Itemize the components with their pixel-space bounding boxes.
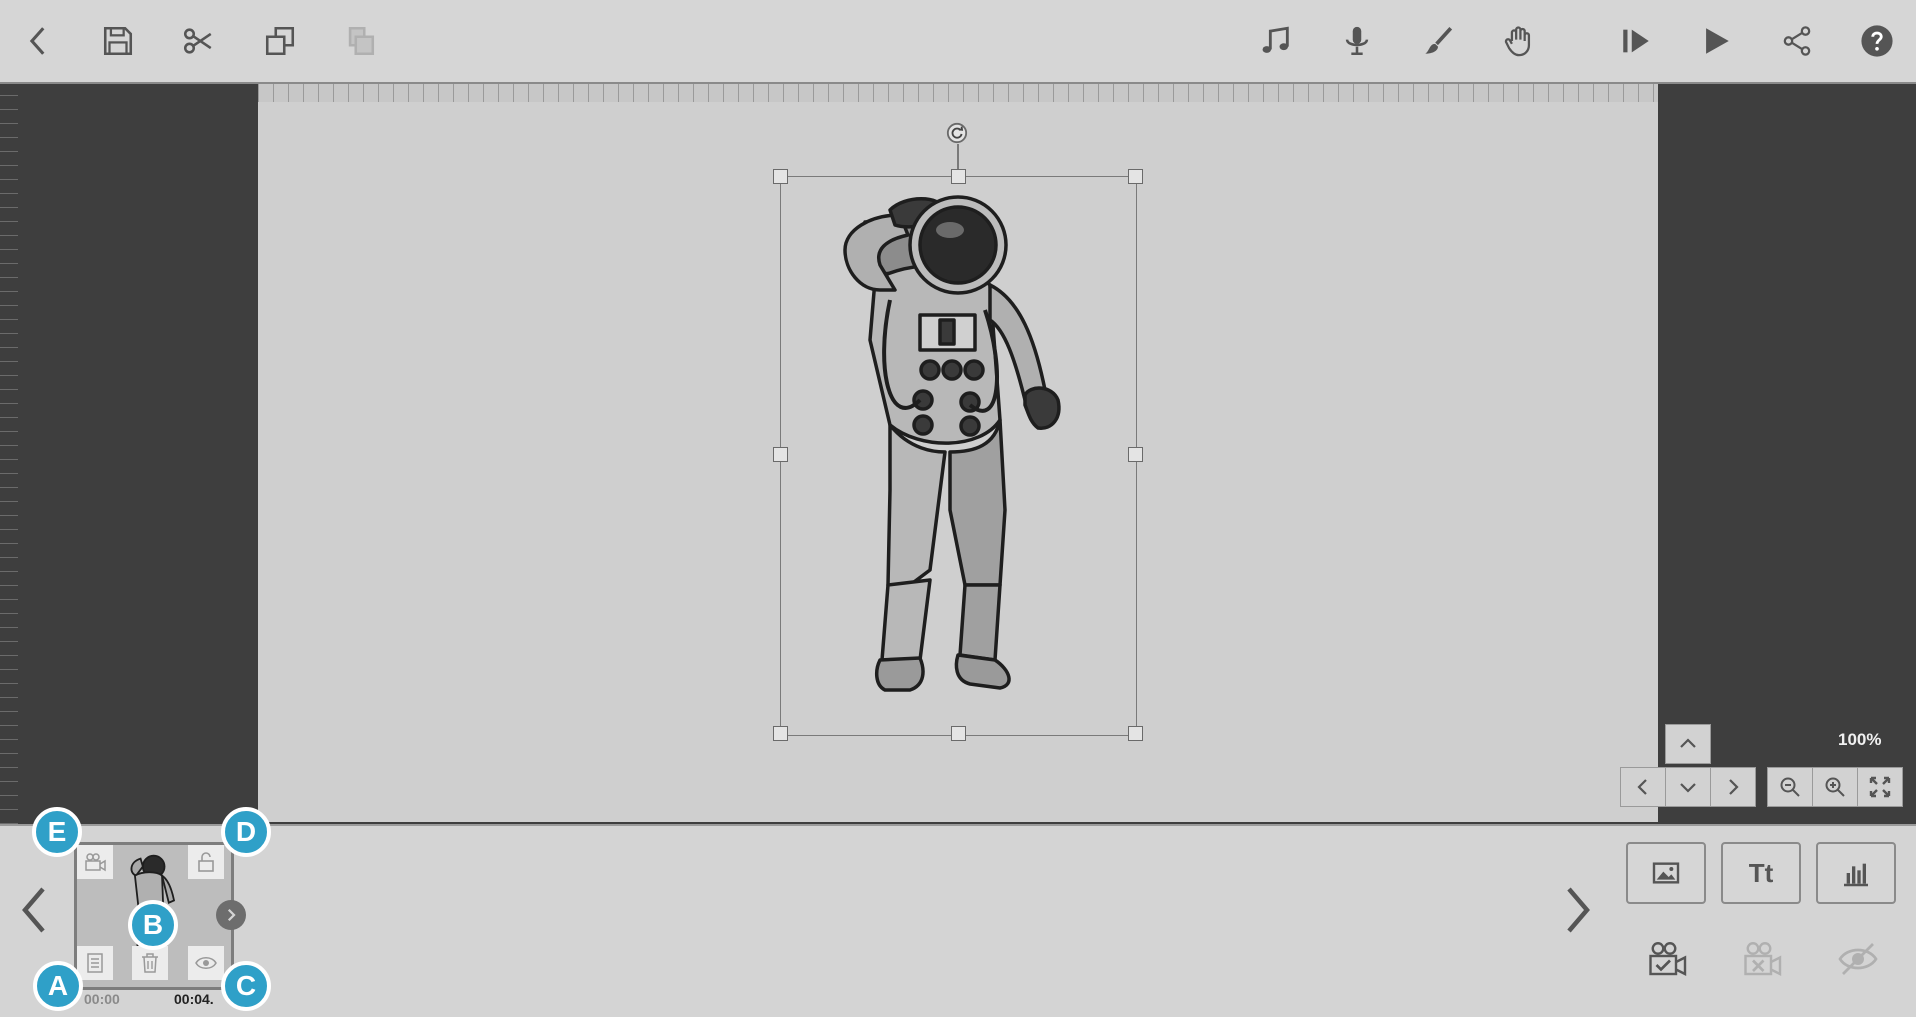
chevron-up-icon [1680,738,1696,748]
scene-next-arrow[interactable] [216,900,246,930]
text-icon: Tt [1748,857,1774,888]
play-icon [1706,28,1729,54]
callout-b: B [128,900,178,950]
scene-notes-button[interactable] [77,946,113,980]
camera-x-icon [1744,942,1782,976]
music-button[interactable] [1251,16,1301,66]
microphone-icon [1345,26,1369,56]
pan-right-button[interactable] [1710,767,1756,807]
scene-start-time: 00:00 [84,991,120,1007]
paste-button[interactable] [335,16,385,66]
fit-screen-icon [1869,776,1891,798]
play-button[interactable] [1691,16,1741,66]
fit-screen-button[interactable] [1857,767,1903,807]
notes-icon [87,953,103,973]
copy-icon [265,26,295,56]
camera-view-icon [85,853,106,872]
draw-button[interactable] [1413,16,1463,66]
resize-handle-top[interactable] [951,169,966,184]
share-icon [1783,26,1811,56]
chevron-right-icon [1729,779,1739,795]
pan-up-button[interactable] [1665,724,1711,764]
scene-camera-toggle[interactable] [77,845,113,879]
ruler-strip [258,84,1658,102]
back-button[interactable] [14,16,64,66]
callout-c: C [221,961,271,1011]
image-icon [1652,862,1680,884]
horizontal-ruler [0,84,1916,102]
add-chart-button[interactable] [1816,842,1896,904]
callout-e: E [32,807,82,857]
zoom-level-label: 100% [1838,730,1882,749]
unlock-icon [198,852,214,872]
record-audio-button[interactable] [1332,16,1382,66]
previous-scene-button[interactable] [14,880,54,940]
pan-left-button[interactable] [1620,767,1666,807]
paste-icon [348,26,375,56]
scissors-icon [183,28,212,54]
camera-on-button[interactable] [1643,938,1691,980]
help-button[interactable] [1852,16,1902,66]
resize-handle-bottom[interactable] [951,726,966,741]
chevron-right-icon [227,908,236,922]
help-icon [1861,25,1893,57]
vertical-ruler [0,84,18,824]
bar-chart-icon [1844,863,1868,887]
chevron-left-icon [22,887,45,933]
pan-button[interactable] [1494,16,1544,66]
play-from-start-button[interactable] [1611,16,1661,66]
top-toolbar [0,0,1916,84]
trash-icon [142,953,158,973]
camera-check-icon [1649,942,1687,976]
scene-delete-button[interactable] [132,946,168,980]
rotate-handle-icon[interactable] [946,122,968,144]
callout-d: D [221,807,271,857]
zoom-out-icon [1780,777,1800,797]
resize-handle-top-left[interactable] [773,169,788,184]
chevron-left-icon [1637,779,1647,795]
scene-visibility-toggle[interactable] [188,946,224,980]
chevron-down-icon [1680,783,1696,793]
resize-handle-right[interactable] [1128,447,1143,462]
zoom-in-icon [1825,777,1845,797]
zoom-out-button[interactable] [1767,767,1813,807]
resize-handle-top-right[interactable] [1128,169,1143,184]
cut-button[interactable] [173,16,223,66]
eye-hidden-icon [1838,943,1878,975]
brush-icon [1425,27,1453,54]
next-scene-button[interactable] [1558,880,1598,940]
zoom-in-button[interactable] [1812,767,1858,807]
callout-a: A [33,961,83,1011]
resize-handle-bottom-left[interactable] [773,726,788,741]
save-button[interactable] [93,16,143,66]
resize-handle-bottom-right[interactable] [1128,726,1143,741]
copy-button[interactable] [255,16,305,66]
save-icon [103,26,133,56]
eye-icon [195,957,217,969]
add-text-button[interactable]: Tt [1721,842,1801,904]
scene-lock-toggle[interactable] [188,845,224,879]
play-from-start-icon [1623,29,1649,53]
music-note-icon [1262,26,1289,53]
hand-icon [1504,26,1531,57]
chevron-left-icon [29,27,45,55]
resize-handle-left[interactable] [773,447,788,462]
pan-down-button[interactable] [1665,767,1711,807]
scene-end-time: 00:04. [174,991,214,1007]
share-button[interactable] [1772,16,1822,66]
selection-box [780,176,1137,736]
camera-off-button[interactable] [1738,938,1786,980]
chevron-right-icon [1567,887,1590,933]
hide-button[interactable] [1834,938,1882,980]
add-image-button[interactable] [1626,842,1706,904]
